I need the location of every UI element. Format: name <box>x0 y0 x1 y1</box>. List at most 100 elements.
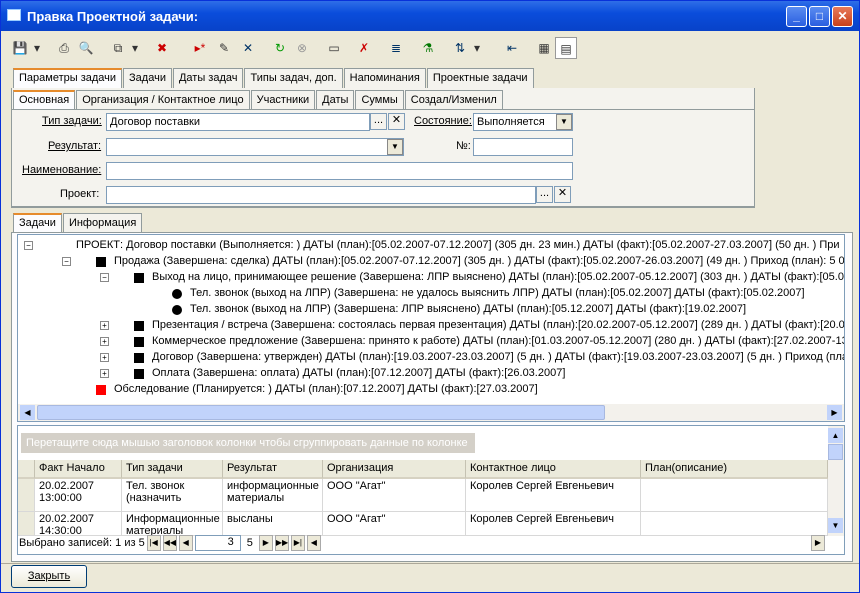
tree-node[interactable]: Презентация / встреча (Завершена: состоя… <box>152 318 844 332</box>
collapse-icon[interactable]: − <box>100 273 109 282</box>
tree-node[interactable]: Выход на лицо, принимающее решение (Заве… <box>152 270 844 284</box>
table-cell[interactable] <box>641 479 828 512</box>
scroll-right-icon[interactable]: ▶ <box>827 405 842 420</box>
result-select[interactable] <box>106 138 404 156</box>
tab-project-tasks[interactable]: Проектные задачи <box>426 68 534 88</box>
column-header-fact-start[interactable]: Факт Начало <box>35 460 122 479</box>
prev-page-icon[interactable]: ◀ <box>178 535 193 551</box>
column-header-plan[interactable]: План(описание) <box>641 460 828 479</box>
refresh-icon[interactable]: ↻ <box>269 37 291 59</box>
tab-reminders[interactable]: Напоминания <box>343 68 426 88</box>
table-cell[interactable] <box>641 512 828 536</box>
sort-icon[interactable]: ⇅ <box>449 37 471 59</box>
nav-scroll-right-icon[interactable]: ▶ <box>811 535 825 551</box>
tab-participants[interactable]: Участники <box>250 90 316 110</box>
tab-main[interactable]: Основная <box>13 90 76 110</box>
table-cell[interactable]: высланы <box>223 512 323 536</box>
column-header-contact[interactable]: Контактное лицо <box>466 460 641 479</box>
collapse-icon[interactable]: − <box>62 257 71 266</box>
row-indicator[interactable] <box>18 479 35 512</box>
tree-node[interactable]: Тел. звонок (выход на ЛПР) (Завершена: Л… <box>190 302 746 316</box>
project-clear-button[interactable]: ✕ <box>554 186 571 203</box>
column-header-organization[interactable]: Организация <box>323 460 466 479</box>
print-preview-icon[interactable]: 🔍 <box>75 37 97 59</box>
tree-hscroll[interactable]: ◀ ▶ <box>18 404 844 421</box>
page-number-input[interactable]: 3 <box>194 535 241 551</box>
close-button[interactable]: Закрыть <box>11 565 87 588</box>
window-icon-btn[interactable]: ▭ <box>323 37 345 59</box>
tree-node[interactable]: Оплата (Завершена: оплата) ДАТЫ (план):[… <box>152 366 565 380</box>
tab-org-contact[interactable]: Организация / Контактное лицо <box>76 90 250 110</box>
save-icon[interactable]: 💾 <box>9 37 31 59</box>
cancel-icon[interactable]: ⊗ <box>291 37 313 59</box>
first-page-icon[interactable]: |◀ <box>146 535 161 551</box>
tree-node[interactable]: Продажа (Завершена: сделка) ДАТЫ (план):… <box>114 254 844 268</box>
tab-sums[interactable]: Суммы <box>355 90 404 110</box>
expand-icon[interactable]: + <box>100 321 109 330</box>
tab-task-dates[interactable]: Даты задач <box>172 68 244 88</box>
state-dropdown-icon[interactable]: ▼ <box>556 114 572 130</box>
task-type-clear-button[interactable]: ✕ <box>388 113 405 130</box>
project-field[interactable] <box>106 186 536 204</box>
table-cell[interactable]: Тел. звонок (назначить <box>122 479 223 512</box>
task-type-field[interactable]: Договор поставки <box>106 113 370 131</box>
print-icon[interactable]: ⎙ <box>53 37 75 59</box>
close-window-button[interactable]: ✕ <box>832 6 853 27</box>
group-icon[interactable]: ⇤ <box>501 37 523 59</box>
next-page-icon[interactable]: ▶ <box>258 535 273 551</box>
table-cell[interactable]: 20.02.2007 14:30:00 <box>35 512 122 536</box>
save-dropdown-icon[interactable]: ▾ <box>31 37 43 59</box>
table-cell[interactable]: 20.02.2007 13:00:00 <box>35 479 122 512</box>
tab-task-params[interactable]: Параметры задачи <box>13 68 123 88</box>
scroll-left-icon[interactable]: ◀ <box>20 405 35 420</box>
row-indicator[interactable] <box>18 512 35 536</box>
flask-icon[interactable]: ⚗ <box>417 37 439 59</box>
maximize-button[interactable]: □ <box>809 6 830 27</box>
nav-scroll-left-icon[interactable]: ◀ <box>306 535 321 551</box>
tree-node[interactable]: ПРОЕКТ: Договор поставки (Выполняется: )… <box>76 238 840 252</box>
delete-icon[interactable]: ✖ <box>151 37 173 59</box>
sort-dropdown-icon[interactable]: ▾ <box>471 37 483 59</box>
next-page-fast-icon[interactable]: ▶▶ <box>274 535 289 551</box>
edit-icon[interactable]: ✎ <box>213 37 235 59</box>
add-subtask-icon[interactable]: ▸* <box>189 37 211 59</box>
tab-dates[interactable]: Даты <box>316 90 355 110</box>
prev-page-fast-icon[interactable]: ◀◀ <box>162 535 177 551</box>
grid-vscroll[interactable]: ▲ ▼ <box>828 426 844 536</box>
column-header-task-type[interactable]: Тип задачи <box>122 460 223 479</box>
table-cell[interactable]: ООО "Агат" <box>323 512 466 536</box>
project-browse-button[interactable]: ... <box>536 186 553 203</box>
scroll-thumb[interactable] <box>37 405 605 420</box>
grid-view-icon[interactable]: ▦ <box>533 37 555 59</box>
number-field[interactable] <box>473 138 573 156</box>
table-cell[interactable]: информационные материалы <box>223 479 323 512</box>
tree-node[interactable]: Коммерческое предложение (Завершена: при… <box>152 334 844 348</box>
tab-created-changed[interactable]: Создал/Изменил <box>404 90 503 110</box>
list-icon[interactable]: ≣ <box>385 37 407 59</box>
expand-icon[interactable]: + <box>100 353 109 362</box>
table-cell[interactable]: Информационные материалы <box>122 512 223 536</box>
copy-icon[interactable]: ⧉ <box>107 37 129 59</box>
tab-lower-tasks[interactable]: Задачи <box>13 213 62 233</box>
tree-node[interactable]: Обследование (Планируется: ) ДАТЫ (план)… <box>114 382 538 396</box>
minimize-button[interactable]: _ <box>786 6 807 27</box>
expand-icon[interactable]: + <box>100 337 109 346</box>
group-by-area[interactable]: Перетащите сюда мышью заголовок колонки … <box>21 433 475 453</box>
table-cell[interactable]: Королев Сергей Евгеньевич <box>466 512 641 536</box>
scroll-up-icon[interactable]: ▲ <box>828 428 843 443</box>
collapse-icon[interactable]: − <box>24 241 33 250</box>
expand-icon[interactable]: + <box>100 369 109 378</box>
table-cell[interactable]: Королев Сергей Евгеньевич <box>466 479 641 512</box>
tree-node[interactable]: Тел. звонок (выход на ЛПР) (Завершена: н… <box>190 286 805 300</box>
table-view-icon[interactable]: ▤ <box>555 37 577 59</box>
tree-node[interactable]: Договор (Завершена: утвержден) ДАТЫ (пла… <box>152 350 844 364</box>
last-page-icon[interactable]: ▶| <box>290 535 305 551</box>
filter-clear-icon[interactable]: ✗ <box>353 37 375 59</box>
copy-dropdown-icon[interactable]: ▾ <box>129 37 141 59</box>
name-field[interactable] <box>106 162 573 180</box>
tab-tasks[interactable]: Задачи <box>123 68 172 88</box>
task-type-browse-button[interactable]: ... <box>370 113 387 130</box>
result-dropdown-icon[interactable]: ▼ <box>387 139 403 155</box>
table-cell[interactable]: ООО "Агат" <box>323 479 466 512</box>
tab-task-types[interactable]: Типы задач, доп. <box>244 68 343 88</box>
